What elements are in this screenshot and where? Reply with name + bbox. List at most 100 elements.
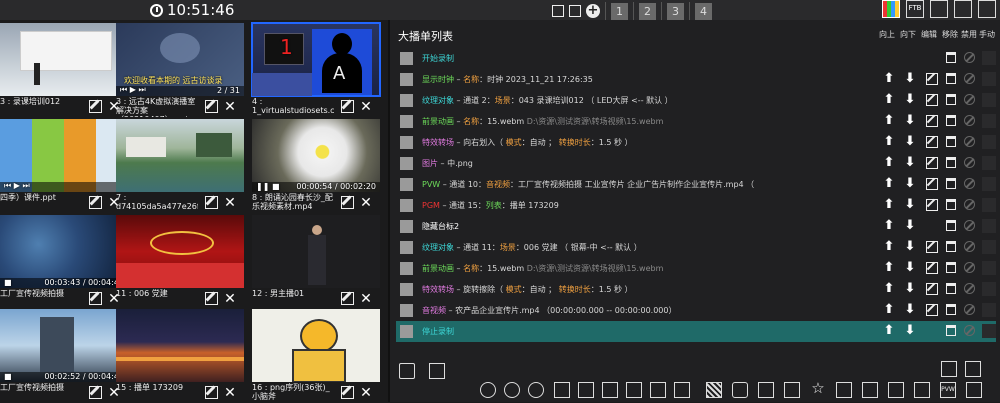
- add-button[interactable]: +: [586, 4, 600, 18]
- thumbnail[interactable]: 1 A: [251, 22, 381, 97]
- thumbnail[interactable]: ⏮ ▶ ⏭: [0, 119, 128, 192]
- edit-icon[interactable]: [341, 292, 354, 305]
- playlist-row[interactable]: 隐藏台标2 ⬆ ⬇: [396, 216, 996, 237]
- disable-icon[interactable]: [964, 52, 975, 63]
- disable-icon[interactable]: [964, 241, 975, 252]
- delete-icon[interactable]: [946, 283, 956, 294]
- manual-toggle[interactable]: [982, 219, 996, 233]
- delete-icon[interactable]: [946, 304, 956, 315]
- close-icon[interactable]: ✕: [223, 386, 237, 400]
- disable-icon[interactable]: [964, 220, 975, 231]
- row-checkbox[interactable]: [400, 178, 413, 191]
- edit-icon[interactable]: [205, 386, 218, 399]
- close-icon[interactable]: ✕: [359, 386, 373, 400]
- edit-icon[interactable]: [89, 196, 102, 209]
- manual-toggle[interactable]: [982, 156, 996, 170]
- row-checkbox[interactable]: [400, 220, 413, 233]
- media-tile[interactable]: 3 : 录课培训012 ✕: [0, 23, 131, 117]
- image-icon[interactable]: [578, 382, 594, 398]
- manual-toggle[interactable]: [982, 240, 996, 254]
- edit-icon[interactable]: [205, 196, 218, 209]
- thumbnail[interactable]: [252, 309, 380, 382]
- image-edit-icon[interactable]: [954, 0, 972, 18]
- record-icon[interactable]: [480, 382, 496, 398]
- manual-toggle[interactable]: [982, 303, 996, 317]
- move-up-icon[interactable]: ⬆: [882, 135, 896, 149]
- delete-icon[interactable]: [946, 157, 956, 168]
- manual-toggle[interactable]: [982, 114, 996, 128]
- delete-icon[interactable]: [946, 178, 956, 189]
- row-checkbox[interactable]: [400, 52, 413, 65]
- text-icon[interactable]: [784, 382, 800, 398]
- edit-icon[interactable]: [926, 178, 938, 190]
- move-down-icon[interactable]: ⬇: [903, 240, 917, 254]
- move-down-icon[interactable]: ⬇: [903, 261, 917, 275]
- disable-icon[interactable]: [964, 325, 975, 336]
- edit-icon[interactable]: [89, 292, 102, 305]
- move-down-icon[interactable]: ⬇: [903, 93, 917, 107]
- playlist-row[interactable]: 图片 – 中.png ⬆ ⬇: [396, 153, 996, 174]
- manual-toggle[interactable]: [982, 198, 996, 212]
- disable-icon[interactable]: [964, 178, 975, 189]
- move-up-icon[interactable]: ⬆: [882, 198, 896, 212]
- thumbnail[interactable]: 欢迎收看本期的 远古访谈录 ⏮ ▶ ⏭ 2 / 31: [116, 23, 244, 96]
- move-down-icon[interactable]: ⬇: [903, 303, 917, 317]
- image-icon[interactable]: [554, 382, 570, 398]
- manual-toggle[interactable]: [982, 93, 996, 107]
- move-up-icon[interactable]: ⬆: [882, 219, 896, 233]
- playlist-row[interactable]: 音视频 – 农产品企业宣传片.mp4 （00:00:00.000 -- 00:0…: [396, 300, 996, 321]
- media-tile[interactable]: ■ 00:03:43 / 00:04:43 工厂宣传视频拍摄 ✕: [0, 215, 131, 309]
- row-checkbox[interactable]: [400, 325, 413, 338]
- close-icon[interactable]: ✕: [359, 196, 373, 210]
- edit-icon[interactable]: [926, 157, 938, 169]
- move-up-icon[interactable]: ⬆: [882, 114, 896, 128]
- manual-toggle[interactable]: [982, 261, 996, 275]
- row-checkbox[interactable]: [400, 241, 413, 254]
- edit-icon[interactable]: [341, 386, 354, 399]
- playlist-row[interactable]: 特效转场 – 旋转擦除（ 模式：自动 ； 转换时长：1.5 秒 ） ⬆ ⬇: [396, 279, 996, 300]
- row-checkbox[interactable]: [400, 304, 413, 317]
- media-tile[interactable]: ⏮ ▶ ⏭ 四季）课件.ppt ✕: [0, 119, 131, 213]
- move-down-icon[interactable]: ⬇: [903, 324, 917, 338]
- manual-toggle[interactable]: [982, 51, 996, 65]
- edit-icon[interactable]: [341, 196, 354, 209]
- move-down-icon[interactable]: ⬇: [903, 177, 917, 191]
- layer-3-button[interactable]: 3: [667, 2, 684, 20]
- thumbnail[interactable]: [116, 119, 244, 192]
- checklist-icon[interactable]: [965, 361, 981, 377]
- playlist-row[interactable]: PVW – 通道 10：音视频：工厂宣传视频拍摄 工业宣传片 企业广告片制作企业…: [396, 174, 996, 195]
- media-tile[interactable]: 1 A 4 : 1_virtualstudiosets.com_9B_LEFT …: [251, 22, 383, 117]
- row-checkbox[interactable]: [400, 115, 413, 128]
- row-checkbox[interactable]: [400, 157, 413, 170]
- image-icon[interactable]: [602, 382, 618, 398]
- move-up-icon[interactable]: ⬆: [882, 177, 896, 191]
- close-icon[interactable]: ✕: [223, 196, 237, 210]
- media-tile[interactable]: 15 : 播单 173209 ✕: [116, 309, 247, 403]
- square-icon[interactable]: [552, 5, 564, 17]
- thumbnail[interactable]: [0, 23, 128, 96]
- playlist-row[interactable]: 前景动画 – 名称：15.webm D:\资源\测试资源\转场视频\15.web…: [396, 258, 996, 279]
- move-down-icon[interactable]: ⬇: [903, 114, 917, 128]
- manual-toggle[interactable]: [982, 72, 996, 86]
- image-settings-icon[interactable]: [978, 0, 996, 18]
- camera-icon[interactable]: [732, 382, 748, 398]
- playlist-row[interactable]: PGM – 通道 15：列表：播单 173209 ⬆ ⬇: [396, 195, 996, 216]
- edit-icon[interactable]: [926, 283, 938, 295]
- delete-icon[interactable]: [946, 262, 956, 273]
- delete-icon[interactable]: [946, 136, 956, 147]
- disable-icon[interactable]: [964, 283, 975, 294]
- upload-icon[interactable]: [758, 382, 774, 398]
- checkbox-icon[interactable]: [569, 5, 581, 17]
- disable-icon[interactable]: [964, 136, 975, 147]
- playlist-row[interactable]: 停止录制 ⬆ ⬇: [396, 321, 996, 342]
- edit-icon[interactable]: [89, 100, 102, 113]
- row-checkbox[interactable]: [400, 199, 413, 212]
- row-checkbox[interactable]: [400, 262, 413, 275]
- move-up-icon[interactable]: ⬆: [882, 93, 896, 107]
- move-down-icon[interactable]: ⬇: [903, 198, 917, 212]
- media-tile[interactable]: 欢迎收看本期的 远古访谈录 ⏮ ▶ ⏭ 2 / 31 3 : 远古4K虚拟演播室…: [116, 23, 247, 117]
- move-down-icon[interactable]: ⬇: [903, 282, 917, 296]
- edit-icon[interactable]: [341, 100, 354, 113]
- disable-icon[interactable]: [964, 157, 975, 168]
- media-tile[interactable]: ■ 00:02:52 / 00:04:43 工厂宣传视频拍摄 ✕: [0, 309, 131, 403]
